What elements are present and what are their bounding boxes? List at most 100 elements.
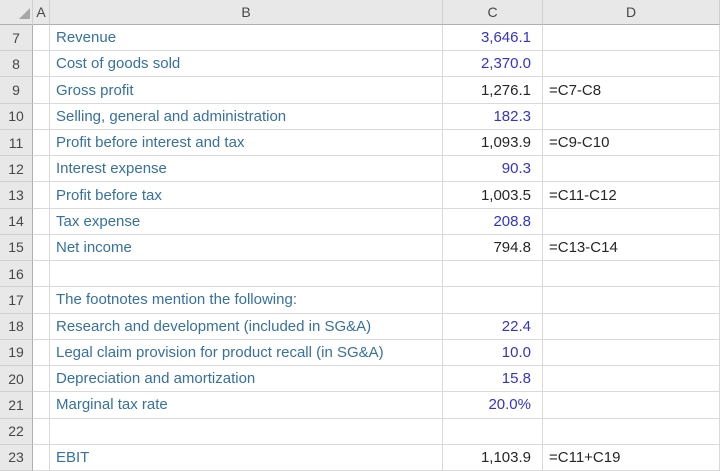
cell-A21[interactable] [33,392,50,418]
cell-A22[interactable] [33,419,50,445]
cell-C13[interactable]: 1,003.5 [443,182,543,208]
sheet-rows: 7 Revenue3,646.1 8 Cost of goods sold2,370.… [0,25,720,471]
row-header-9[interactable]: 9 [0,77,33,103]
cell-A14[interactable] [33,209,50,235]
row-header-16[interactable]: 16 [0,261,33,287]
sheet-row-20: 20 Depreciation and amortization15.8 [0,366,720,392]
cell-A8[interactable] [33,51,50,77]
cell-B7[interactable]: Revenue [50,25,443,51]
sheet-row-18: 18 Research and development (included in … [0,314,720,340]
cell-C23[interactable]: 1,103.9 [443,445,543,471]
row-header-15[interactable]: 15 [0,235,33,261]
cell-D16[interactable] [543,261,720,287]
cell-A15[interactable] [33,235,50,261]
cell-B17[interactable]: The footnotes mention the following: [50,287,443,313]
row-header-10[interactable]: 10 [0,104,33,130]
cell-D11[interactable]: =C9-C10 [543,130,720,156]
column-header-c[interactable]: C [443,0,543,25]
cell-A13[interactable] [33,182,50,208]
cell-C15[interactable]: 794.8 [443,235,543,261]
row-header-13[interactable]: 13 [0,182,33,208]
row-header-23[interactable]: 23 [0,445,33,471]
cell-C9[interactable]: 1,276.1 [443,77,543,103]
cell-B23[interactable]: EBIT [50,445,443,471]
cell-A10[interactable] [33,104,50,130]
cell-D18[interactable] [543,314,720,340]
cell-A16[interactable] [33,261,50,287]
cell-D17[interactable] [543,287,720,313]
cell-C16[interactable] [443,261,543,287]
cell-B16[interactable] [50,261,443,287]
cell-A23[interactable] [33,445,50,471]
sheet-row-11: 11 Profit before interest and tax1,093.9=… [0,130,720,156]
cell-B22[interactable] [50,419,443,445]
row-header-17[interactable]: 17 [0,287,33,313]
cell-B14[interactable]: Tax expense [50,209,443,235]
cell-C12[interactable]: 90.3 [443,156,543,182]
cell-D21[interactable] [543,392,720,418]
cell-D12[interactable] [543,156,720,182]
cell-D9[interactable]: =C7-C8 [543,77,720,103]
sheet-row-16: 16 [0,261,720,287]
select-all-triangle-icon [19,8,30,19]
cell-C11[interactable]: 1,093.9 [443,130,543,156]
cell-D19[interactable] [543,340,720,366]
cell-C7[interactable]: 3,646.1 [443,25,543,51]
cell-A17[interactable] [33,287,50,313]
row-header-11[interactable]: 11 [0,130,33,156]
cell-A12[interactable] [33,156,50,182]
cell-D13[interactable]: =C11-C12 [543,182,720,208]
row-header-18[interactable]: 18 [0,314,33,340]
cell-C8[interactable]: 2,370.0 [443,51,543,77]
select-all-corner[interactable] [0,0,33,25]
cell-C10[interactable]: 182.3 [443,104,543,130]
cell-B10[interactable]: Selling, general and administration [50,104,443,130]
cell-B11[interactable]: Profit before interest and tax [50,130,443,156]
sheet-row-23: 23 EBIT1,103.9=C11+C19 [0,445,720,471]
cell-D15[interactable]: =C13-C14 [543,235,720,261]
cell-A20[interactable] [33,366,50,392]
cell-A18[interactable] [33,314,50,340]
row-header-12[interactable]: 12 [0,156,33,182]
cell-B21[interactable]: Marginal tax rate [50,392,443,418]
cell-B8[interactable]: Cost of goods sold [50,51,443,77]
cell-C20[interactable]: 15.8 [443,366,543,392]
column-header-a[interactable]: A [33,0,50,25]
column-header-row: A B C D [0,0,720,25]
cell-D22[interactable] [543,419,720,445]
column-header-d[interactable]: D [543,0,720,25]
cell-B13[interactable]: Profit before tax [50,182,443,208]
cell-C22[interactable] [443,419,543,445]
cell-D10[interactable] [543,104,720,130]
cell-D7[interactable] [543,25,720,51]
cell-A7[interactable] [33,25,50,51]
row-header-20[interactable]: 20 [0,366,33,392]
sheet-row-15: 15 Net income794.8=C13-C14 [0,235,720,261]
cell-B18[interactable]: Research and development (included in SG… [50,314,443,340]
row-header-21[interactable]: 21 [0,392,33,418]
cell-B20[interactable]: Depreciation and amortization [50,366,443,392]
sheet-row-17: 17 The footnotes mention the following: [0,287,720,313]
row-header-14[interactable]: 14 [0,209,33,235]
cell-C17[interactable] [443,287,543,313]
cell-C18[interactable]: 22.4 [443,314,543,340]
row-header-7[interactable]: 7 [0,25,33,51]
column-header-b[interactable]: B [50,0,443,25]
cell-A9[interactable] [33,77,50,103]
cell-C14[interactable]: 208.8 [443,209,543,235]
cell-D23[interactable]: =C11+C19 [543,445,720,471]
cell-B15[interactable]: Net income [50,235,443,261]
row-header-19[interactable]: 19 [0,340,33,366]
cell-A19[interactable] [33,340,50,366]
cell-B12[interactable]: Interest expense [50,156,443,182]
cell-B19[interactable]: Legal claim provision for product recall… [50,340,443,366]
cell-D14[interactable] [543,209,720,235]
row-header-8[interactable]: 8 [0,51,33,77]
cell-C19[interactable]: 10.0 [443,340,543,366]
cell-D20[interactable] [543,366,720,392]
cell-C21[interactable]: 20.0% [443,392,543,418]
cell-D8[interactable] [543,51,720,77]
cell-A11[interactable] [33,130,50,156]
row-header-22[interactable]: 22 [0,419,33,445]
cell-B9[interactable]: Gross profit [50,77,443,103]
